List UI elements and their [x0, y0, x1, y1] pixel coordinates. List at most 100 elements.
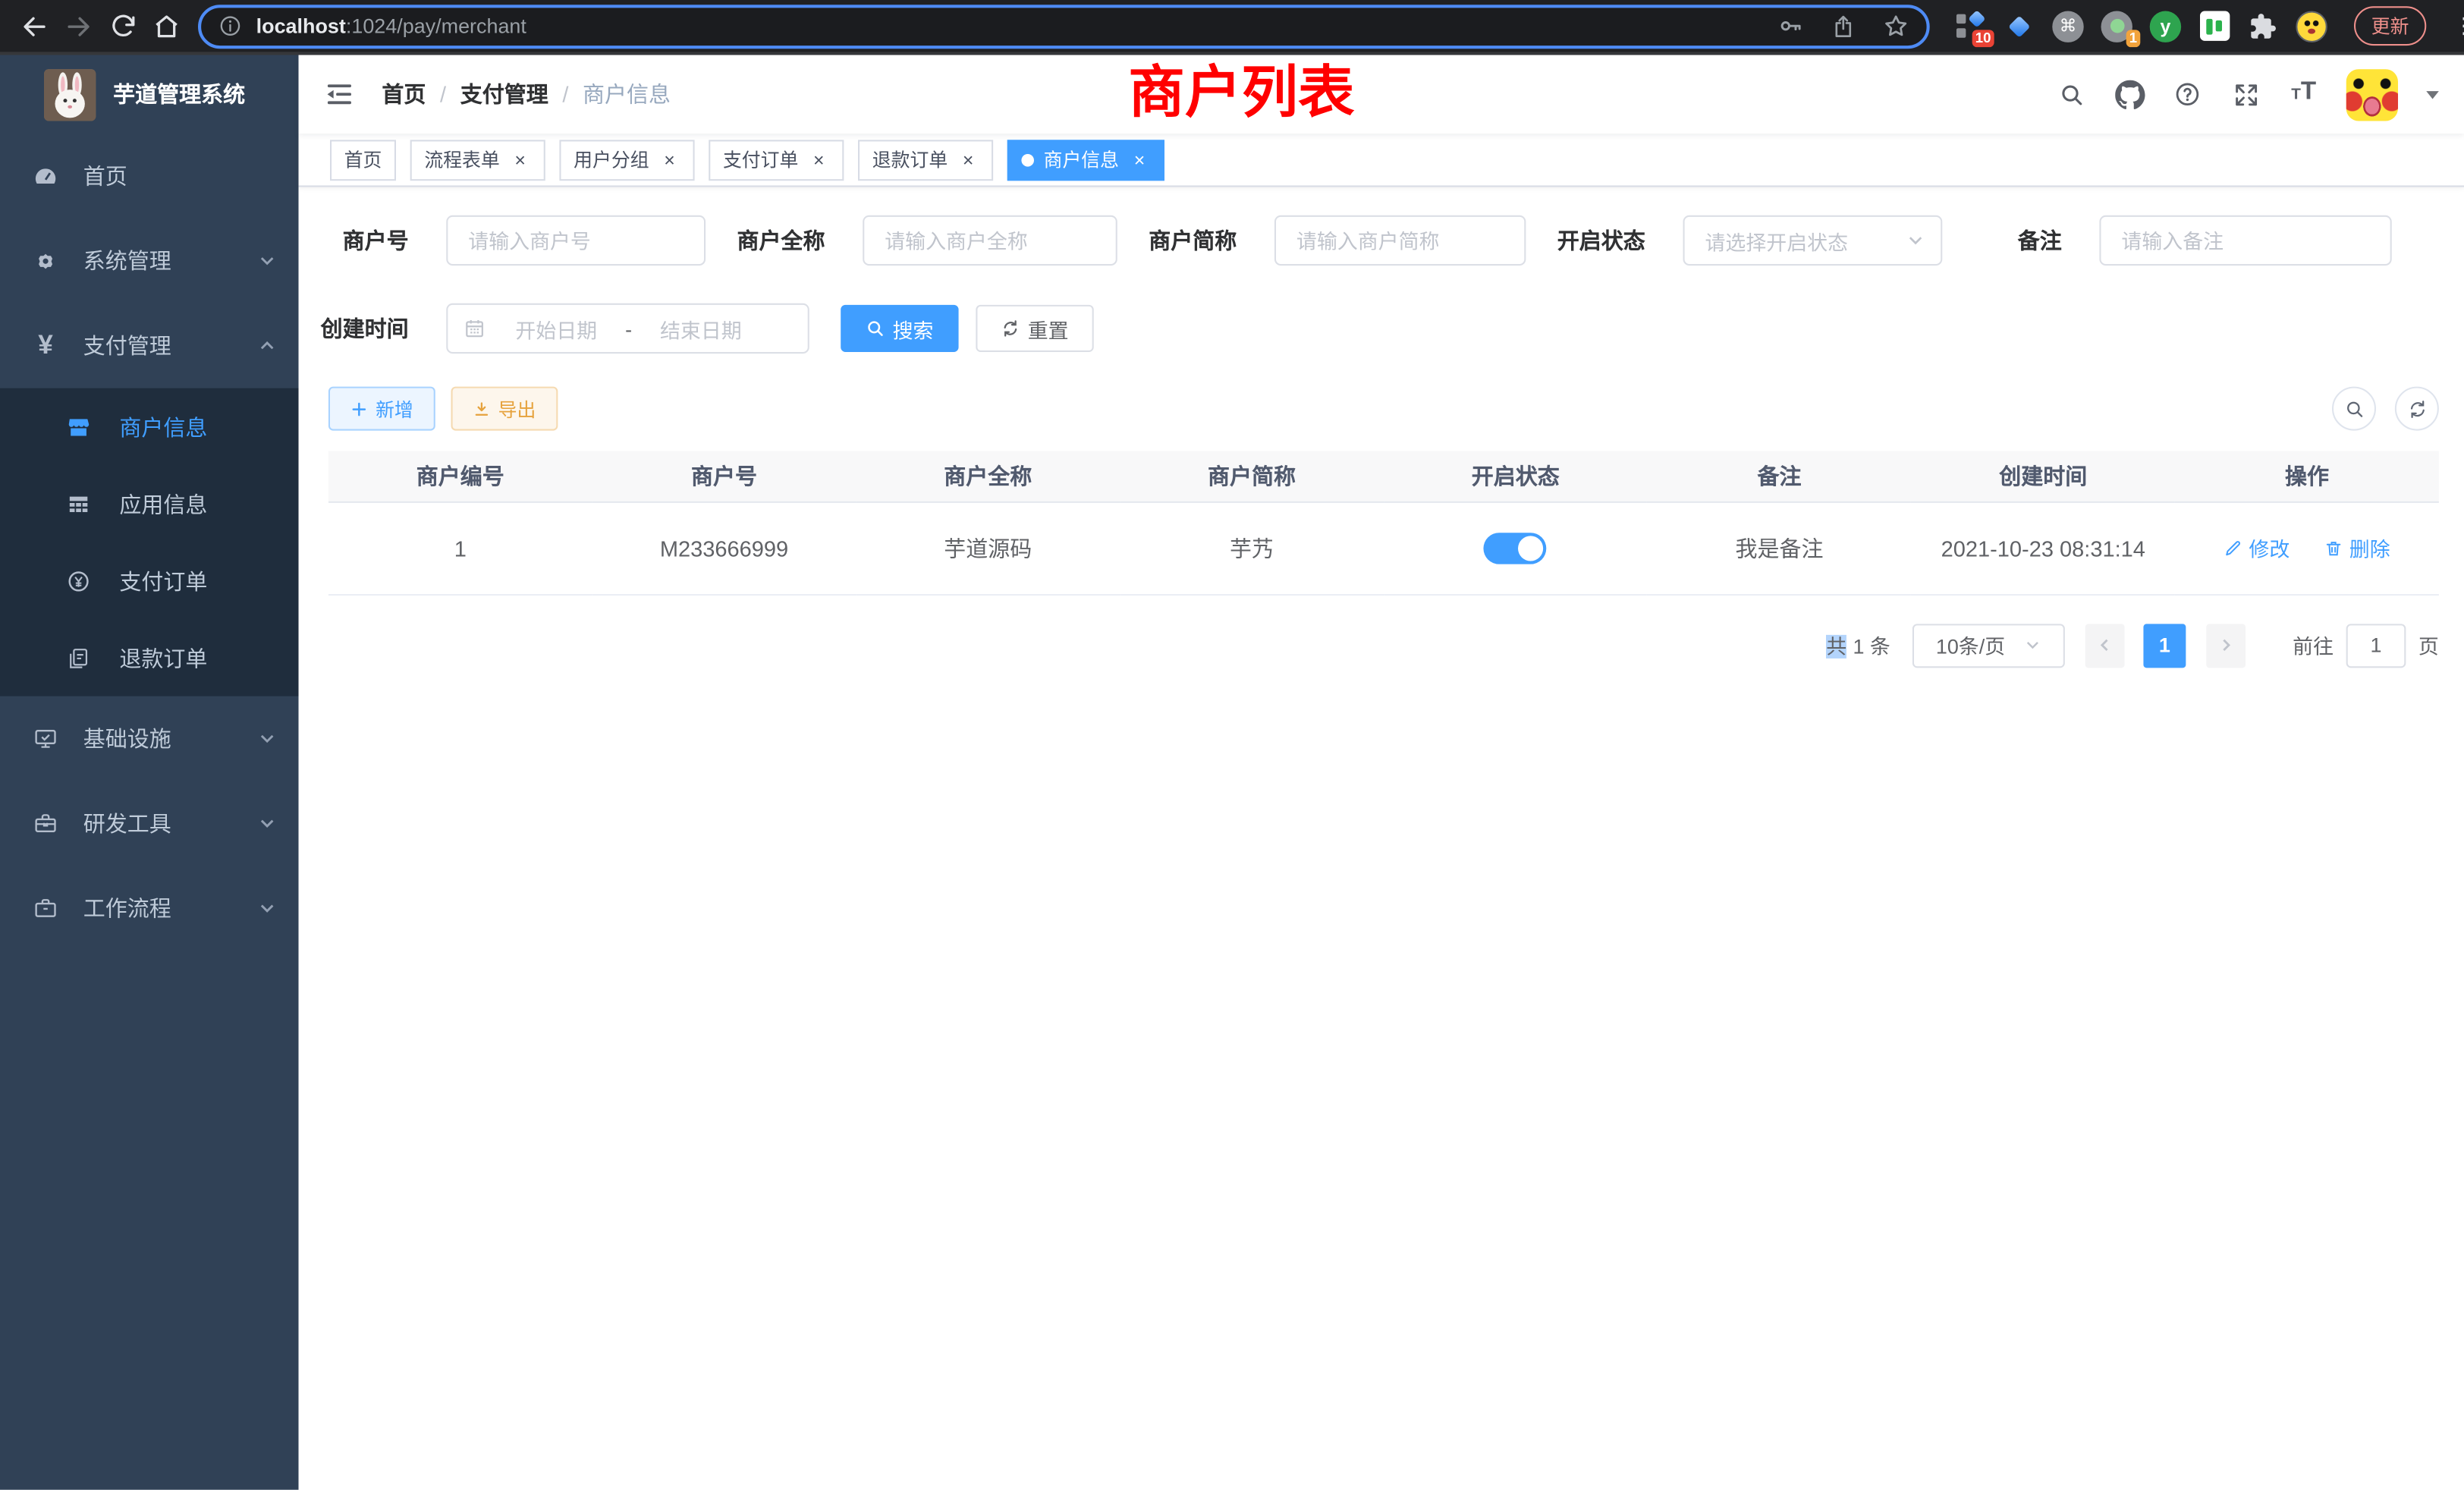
col-remark: 备注	[1648, 451, 1912, 501]
col-status: 开启状态	[1384, 451, 1648, 501]
end-date-placeholder: 结束日期	[643, 313, 759, 343]
cell-remark: 我是备注	[1648, 501, 1912, 594]
breadcrumb-payment[interactable]: 支付管理	[460, 79, 548, 110]
tab-user-group[interactable]: 用户分组×	[559, 139, 694, 180]
share-icon[interactable]	[1831, 14, 1856, 39]
help-icon[interactable]	[2172, 79, 2203, 110]
browser-update-button[interactable]: 更新	[2354, 6, 2426, 46]
tab-home[interactable]: 首页	[330, 139, 396, 180]
sidebar-item-pay-orders[interactable]: 支付订单	[0, 542, 299, 620]
date-range-picker[interactable]: 开始日期 - 结束日期	[446, 303, 809, 354]
tab-refund-orders[interactable]: 退款订单×	[858, 139, 993, 180]
chevron-down-icon	[258, 814, 277, 833]
goto-page-input[interactable]	[2346, 623, 2406, 667]
info-icon[interactable]	[218, 14, 242, 38]
remark-input[interactable]	[2099, 215, 2391, 266]
sidebar-item-workflow[interactable]: 工作流程	[0, 866, 299, 951]
profile-avatar[interactable]	[2296, 10, 2327, 41]
export-button-label: 导出	[498, 395, 536, 422]
cell-status	[1384, 501, 1648, 594]
page-unit-label: 页	[2418, 630, 2439, 660]
sidebar-item-label: 退款订单	[119, 642, 207, 673]
chevron-down-icon	[258, 729, 277, 748]
extension-icon-command[interactable]: ⌘	[2052, 10, 2083, 41]
key-icon[interactable]	[1777, 13, 1804, 39]
caret-down-icon[interactable]	[2425, 86, 2440, 102]
address-bar[interactable]: localhost:1024/pay/merchant	[198, 4, 1930, 48]
cell-merchant-no: M233666999	[592, 501, 856, 594]
extension-icon-tabs[interactable]: 10	[1955, 10, 1986, 41]
extension-icon-gem[interactable]	[2004, 10, 2035, 41]
prev-page-button[interactable]	[2085, 623, 2125, 667]
export-button[interactable]: 导出	[451, 387, 558, 431]
app-logo[interactable]: 芋道管理系统	[0, 55, 299, 134]
breadcrumb-home[interactable]: 首页	[382, 79, 426, 110]
sidebar-item-label: 首页	[83, 160, 127, 191]
edit-link[interactable]: 修改	[2224, 533, 2290, 562]
user-avatar[interactable]	[2346, 68, 2398, 120]
tab-pay-orders[interactable]: 支付订单 ×	[709, 139, 844, 180]
sidebar-item-app-info[interactable]: 应用信息	[0, 465, 299, 542]
add-button[interactable]: 新增	[328, 387, 435, 431]
close-icon[interactable]: ×	[509, 149, 531, 171]
short-name-input[interactable]	[1274, 215, 1526, 266]
fullscreen-icon[interactable]	[2230, 79, 2261, 110]
y-glyph: y	[2150, 10, 2181, 41]
github-icon[interactable]	[2114, 79, 2145, 110]
col-merchant-id: 商户编号	[328, 451, 592, 501]
search-button[interactable]: 搜索	[841, 305, 958, 352]
delete-link[interactable]: 删除	[2324, 533, 2390, 562]
sidebar-item-system[interactable]: 系统管理	[0, 218, 299, 303]
close-icon[interactable]: ×	[808, 149, 830, 171]
refresh-icon[interactable]	[2395, 387, 2439, 431]
sidebar-item-refund-orders[interactable]: 退款订单	[0, 619, 299, 696]
forward-icon[interactable]	[57, 4, 101, 48]
reset-button[interactable]: 重置	[976, 305, 1093, 352]
puzzle-extensions-icon[interactable]	[2247, 10, 2278, 41]
sidebar-item-dev-tools[interactable]: 研发工具	[0, 781, 299, 866]
search-icon[interactable]	[2055, 79, 2086, 110]
sidebar: 芋道管理系统 首页 系统管理 ¥ 支付管理	[0, 55, 299, 1490]
sidebar-item-merchant-info[interactable]: 商户信息	[0, 388, 299, 465]
back-icon[interactable]	[13, 4, 57, 48]
extension-icon-y[interactable]: y	[2150, 10, 2181, 41]
browser-menu-icon[interactable]: ⋮	[2453, 13, 2464, 39]
merchant-no-input[interactable]	[446, 215, 706, 266]
sidebar-item-infrastructure[interactable]: 基础设施	[0, 696, 299, 781]
toggle-search-icon[interactable]	[2332, 387, 2376, 431]
hamburger-icon[interactable]	[322, 77, 357, 112]
close-icon[interactable]: ×	[1128, 149, 1150, 171]
sidebar-item-home[interactable]: 首页	[0, 134, 299, 218]
font-size-icon[interactable]: TT	[2288, 79, 2319, 110]
close-icon[interactable]: ×	[658, 149, 680, 171]
extension-badge-orange: 1	[2126, 29, 2141, 46]
calendar-icon	[464, 317, 486, 339]
status-toggle[interactable]	[1484, 532, 1547, 563]
total-count: 共1 条	[1826, 630, 1890, 660]
url-path: :1024/pay/merchant	[346, 14, 526, 38]
extension-icon-notifier[interactable]: 1	[2101, 10, 2132, 41]
tab-label: 支付订单	[723, 146, 798, 173]
tab-process-form[interactable]: 流程表单×	[410, 139, 545, 180]
current-page-button[interactable]: 1	[2143, 623, 2186, 667]
full-name-input[interactable]	[863, 215, 1117, 266]
cell-merchant-id: 1	[328, 501, 592, 594]
sidebar-item-payment[interactable]: ¥ 支付管理	[0, 303, 299, 388]
tab-label: 商户信息	[1044, 146, 1119, 173]
status-select-placeholder: 请选择开启状态	[1705, 225, 1906, 255]
home-icon[interactable]	[145, 4, 189, 48]
merchant-table: 商户编号 商户号 商户全称 商户简称 开启状态 备注 创建时间 操作 1	[328, 451, 2439, 596]
close-icon[interactable]: ×	[957, 149, 979, 171]
remark-label: 备注	[1974, 225, 2062, 256]
tab-label: 首页	[344, 146, 382, 173]
document-icon	[66, 645, 91, 670]
page-size-select[interactable]: 10条/页	[1912, 623, 2065, 667]
reload-icon[interactable]	[101, 4, 145, 48]
tab-merchant-info[interactable]: 商户信息 ×	[1007, 139, 1164, 180]
star-icon[interactable]	[1883, 13, 1909, 39]
next-page-button[interactable]	[2206, 623, 2246, 667]
extension-icon-kanban[interactable]	[2198, 10, 2230, 41]
status-select[interactable]: 请选择开启状态	[1683, 215, 1943, 266]
sidebar-item-label: 支付管理	[83, 330, 171, 361]
search-button-label: 搜索	[893, 313, 934, 343]
